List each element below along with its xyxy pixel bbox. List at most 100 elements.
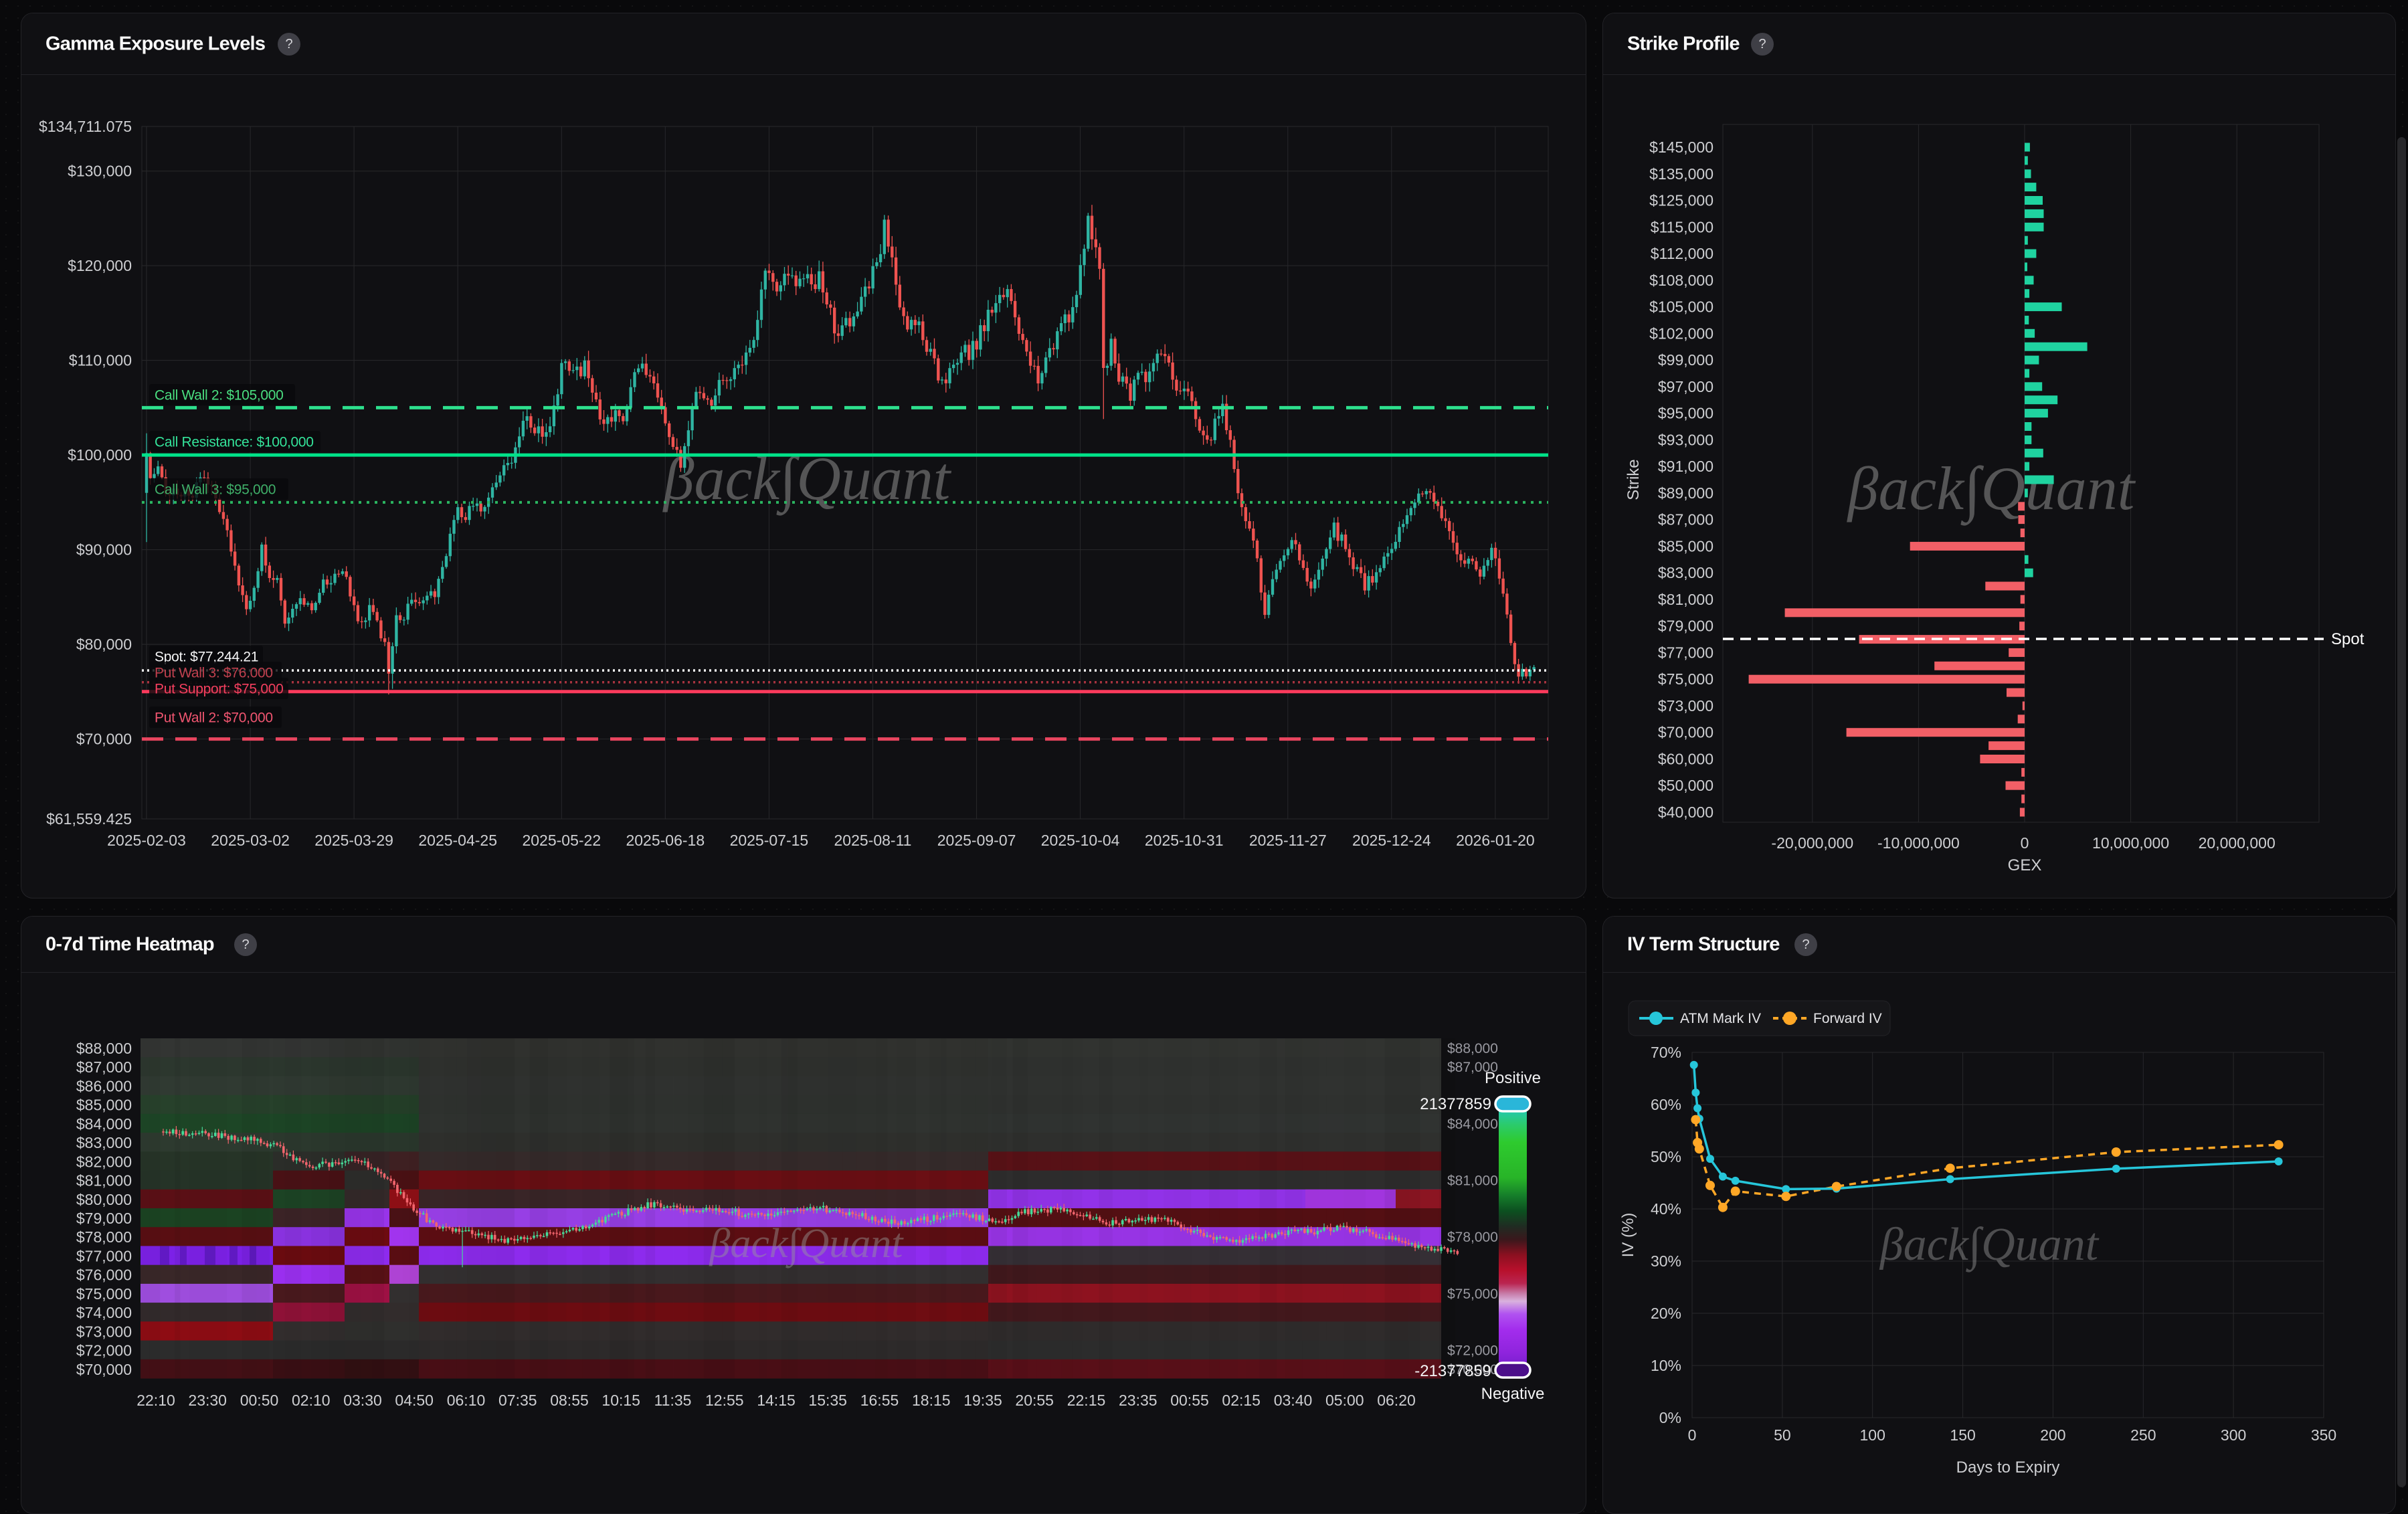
- svg-text:2025-04-25: 2025-04-25: [418, 832, 497, 849]
- svg-text:$82,000: $82,000: [76, 1153, 132, 1170]
- svg-text:$83,000: $83,000: [76, 1134, 132, 1151]
- svg-text:$81,000: $81,000: [1658, 591, 1714, 608]
- svg-text:$61,559.425: $61,559.425: [46, 810, 132, 828]
- svg-text:03:30: 03:30: [343, 1392, 382, 1409]
- svg-text:$112,000: $112,000: [1651, 245, 1714, 262]
- svg-text:βack∫Quant: βack∫Quant: [1879, 1219, 2100, 1272]
- svg-text:200: 200: [2040, 1426, 2065, 1444]
- svg-text:$99,000: $99,000: [1658, 351, 1714, 369]
- svg-text:$93,000: $93,000: [1658, 431, 1714, 448]
- svg-text:$84,000: $84,000: [76, 1115, 132, 1133]
- svg-text:$87,000: $87,000: [1658, 511, 1714, 529]
- svg-text:2025-07-15: 2025-07-15: [730, 832, 809, 849]
- svg-text:$105,000: $105,000: [1649, 298, 1714, 316]
- svg-text:$73,000: $73,000: [76, 1323, 132, 1340]
- svg-text:$40,000: $40,000: [1658, 803, 1714, 821]
- svg-text:2025-12-24: 2025-12-24: [1352, 832, 1431, 849]
- svg-text:12:55: 12:55: [705, 1392, 744, 1409]
- svg-text:2025-03-02: 2025-03-02: [211, 832, 290, 849]
- svg-text:$79,000: $79,000: [76, 1210, 132, 1227]
- svg-text:$70,000: $70,000: [76, 731, 132, 748]
- svg-text:$81,000: $81,000: [1447, 1173, 1498, 1189]
- svg-text:23:30: 23:30: [188, 1392, 227, 1409]
- svg-text:-10,000,000: -10,000,000: [1877, 834, 1960, 852]
- svg-text:$89,000: $89,000: [1658, 484, 1714, 502]
- svg-text:$86,000: $86,000: [76, 1077, 132, 1095]
- svg-text:$81,000: $81,000: [76, 1172, 132, 1190]
- svg-text:$72,000: $72,000: [1447, 1343, 1498, 1359]
- svg-text:IV (%): IV (%): [1619, 1213, 1637, 1258]
- svg-text:350: 350: [2311, 1426, 2336, 1444]
- svg-text:18:15: 18:15: [912, 1392, 951, 1409]
- svg-text:Negative: Negative: [1481, 1385, 1545, 1403]
- svg-text:$75,000: $75,000: [1658, 670, 1714, 688]
- svg-text:$130,000: $130,000: [68, 163, 132, 180]
- svg-text:$76,000: $76,000: [76, 1266, 132, 1284]
- svg-text:23:35: 23:35: [1119, 1392, 1157, 1409]
- svg-text:2025-10-31: 2025-10-31: [1145, 832, 1224, 849]
- svg-text:10%: 10%: [1651, 1357, 1681, 1374]
- svg-text:Forward IV: Forward IV: [1813, 1011, 1882, 1026]
- svg-text:15:35: 15:35: [808, 1392, 847, 1409]
- svg-text:$50,000: $50,000: [1658, 777, 1714, 794]
- svg-text:30%: 30%: [1651, 1252, 1681, 1270]
- svg-text:βack∫Quant: βack∫Quant: [1847, 454, 2136, 526]
- svg-text:$90,000: $90,000: [76, 541, 132, 559]
- svg-text:Call Wall 3: $95,000: Call Wall 3: $95,000: [155, 482, 276, 498]
- svg-text:0: 0: [1688, 1426, 1697, 1444]
- svg-text:250: 250: [2130, 1426, 2156, 1444]
- svg-text:$72,000: $72,000: [76, 1342, 132, 1359]
- svg-text:Spot: Spot: [2331, 630, 2365, 648]
- svg-text:Put Support: $75,000: Put Support: $75,000: [155, 682, 284, 697]
- svg-text:Call Wall 2: $105,000: Call Wall 2: $105,000: [155, 388, 284, 403]
- svg-text:$85,000: $85,000: [1658, 537, 1714, 555]
- svg-text:$102,000: $102,000: [1649, 324, 1714, 342]
- svg-text:06:10: 06:10: [447, 1392, 486, 1409]
- svg-text:70%: 70%: [1651, 1044, 1681, 1061]
- svg-text:$115,000: $115,000: [1651, 218, 1714, 235]
- svg-text:$73,000: $73,000: [1658, 697, 1714, 715]
- svg-text:$85,000: $85,000: [76, 1097, 132, 1114]
- svg-text:22:10: 22:10: [136, 1392, 175, 1409]
- svg-text:$79,000: $79,000: [1658, 618, 1714, 635]
- svg-text:02:15: 02:15: [1222, 1392, 1261, 1409]
- svg-text:60%: 60%: [1651, 1096, 1681, 1113]
- svg-text:$83,000: $83,000: [1658, 564, 1714, 581]
- svg-text:ATM Mark IV: ATM Mark IV: [1680, 1011, 1761, 1026]
- svg-text:00:55: 00:55: [1170, 1392, 1209, 1409]
- svg-text:00:50: 00:50: [240, 1392, 279, 1409]
- svg-text:300: 300: [2221, 1426, 2246, 1444]
- svg-text:$87,000: $87,000: [76, 1058, 132, 1076]
- svg-text:2025-09-07: 2025-09-07: [937, 832, 1016, 849]
- svg-text:2025-06-18: 2025-06-18: [626, 832, 705, 849]
- svg-text:50: 50: [1774, 1426, 1791, 1444]
- svg-text:22:15: 22:15: [1067, 1392, 1106, 1409]
- svg-text:-20,000,000: -20,000,000: [1771, 834, 1853, 852]
- svg-text:$60,000: $60,000: [1658, 751, 1714, 768]
- svg-text:20:55: 20:55: [1015, 1392, 1054, 1409]
- svg-text:03:40: 03:40: [1274, 1392, 1313, 1409]
- svg-text:$91,000: $91,000: [1658, 458, 1714, 475]
- svg-text:$75,000: $75,000: [76, 1285, 132, 1303]
- svg-text:04:50: 04:50: [395, 1392, 434, 1409]
- svg-text:2025-02-03: 2025-02-03: [107, 832, 186, 849]
- svg-text:Positive: Positive: [1485, 1069, 1541, 1087]
- svg-text:$120,000: $120,000: [68, 257, 132, 274]
- svg-text:$70,000: $70,000: [1658, 724, 1714, 741]
- svg-text:$145,000: $145,000: [1649, 138, 1714, 156]
- svg-text:$100,000: $100,000: [68, 446, 132, 464]
- svg-text:$78,000: $78,000: [76, 1228, 132, 1246]
- svg-text:08:55: 08:55: [550, 1392, 589, 1409]
- svg-text:$88,000: $88,000: [1447, 1041, 1498, 1056]
- svg-text:$74,000: $74,000: [76, 1304, 132, 1321]
- svg-text:06:20: 06:20: [1377, 1392, 1416, 1409]
- svg-text:10:15: 10:15: [601, 1392, 640, 1409]
- svg-text:10,000,000: 10,000,000: [2092, 834, 2169, 852]
- svg-text:2025-03-29: 2025-03-29: [314, 832, 393, 849]
- svg-text:$70,000: $70,000: [76, 1361, 132, 1378]
- svg-text:$134,711.075: $134,711.075: [39, 118, 132, 135]
- svg-text:2026-01-20: 2026-01-20: [1456, 832, 1535, 849]
- svg-text:$110,000: $110,000: [69, 352, 132, 369]
- svg-text:16:55: 16:55: [860, 1392, 899, 1409]
- svg-text:100: 100: [1860, 1426, 1885, 1444]
